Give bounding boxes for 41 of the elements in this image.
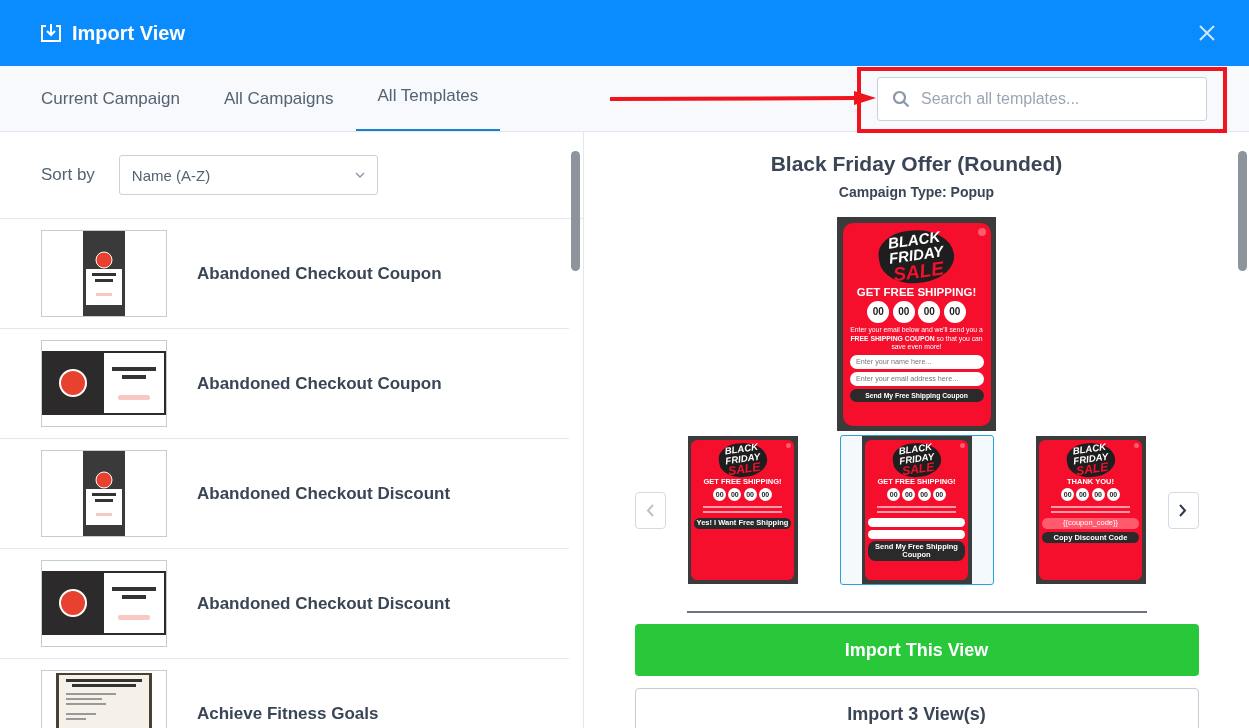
chevron-right-icon [1179, 503, 1187, 517]
countdown-digit: 00 [867, 300, 890, 323]
close-icon [1199, 25, 1215, 41]
template-item[interactable]: Abandoned Checkout Coupon [0, 329, 569, 439]
import-views-button[interactable]: Import 3 View(s) [634, 688, 1199, 728]
download-tray-icon [40, 23, 62, 43]
previous-button[interactable] [634, 491, 666, 529]
tab[interactable]: Current Campaign [19, 66, 202, 131]
chevron-down-icon [354, 172, 365, 178]
countdown-digit: 00 [943, 300, 966, 323]
template-title: Black Friday Offer (Rounded) [770, 152, 1063, 176]
chevron-left-icon [646, 503, 654, 517]
close-dot-icon [1133, 442, 1139, 448]
template-name: Abandoned Checkout Coupon [197, 263, 442, 284]
template-item[interactable]: Abandoned Checkout Discount [0, 439, 569, 549]
scrollbar[interactable] [571, 151, 580, 271]
sort-select[interactable]: Name (A-Z) [118, 155, 378, 195]
close-dot-icon [977, 227, 986, 236]
search-field[interactable]: Search all templates... [877, 76, 1207, 121]
tab[interactable]: All Campaigns [201, 66, 356, 131]
scrollbar[interactable] [1238, 151, 1247, 271]
countdown-digit: 00 [918, 300, 941, 323]
close-dot-icon [785, 442, 791, 448]
countdown-digit: 00 [892, 300, 915, 323]
template-item[interactable]: Abandoned Checkout Discount [0, 549, 569, 659]
template-name: Abandoned Checkout Discount [197, 593, 451, 614]
next-button[interactable] [1167, 491, 1199, 529]
template-name: Abandoned Checkout Discount [197, 483, 451, 504]
template-item[interactable]: Achieve Fitness Goals [0, 659, 569, 728]
template-name: Abandoned Checkout Coupon [197, 373, 442, 394]
close-button[interactable] [1199, 25, 1215, 41]
tab[interactable]: All Templates [355, 66, 501, 131]
sort-label: Sort by [41, 165, 95, 185]
popup-heading: GET FREE SHIPPING! [856, 285, 977, 298]
close-dot-icon [959, 442, 965, 448]
template-name: Achieve Fitness Goals [197, 703, 379, 724]
campaign-type: Campaign Type: Popup [838, 184, 995, 200]
window-title: Import View [72, 21, 185, 45]
carousel-scrollbar[interactable] [686, 611, 1147, 613]
template-item[interactable]: Abandoned Checkout Coupon [0, 219, 569, 329]
select-value: Name (A-Z) [131, 166, 211, 184]
